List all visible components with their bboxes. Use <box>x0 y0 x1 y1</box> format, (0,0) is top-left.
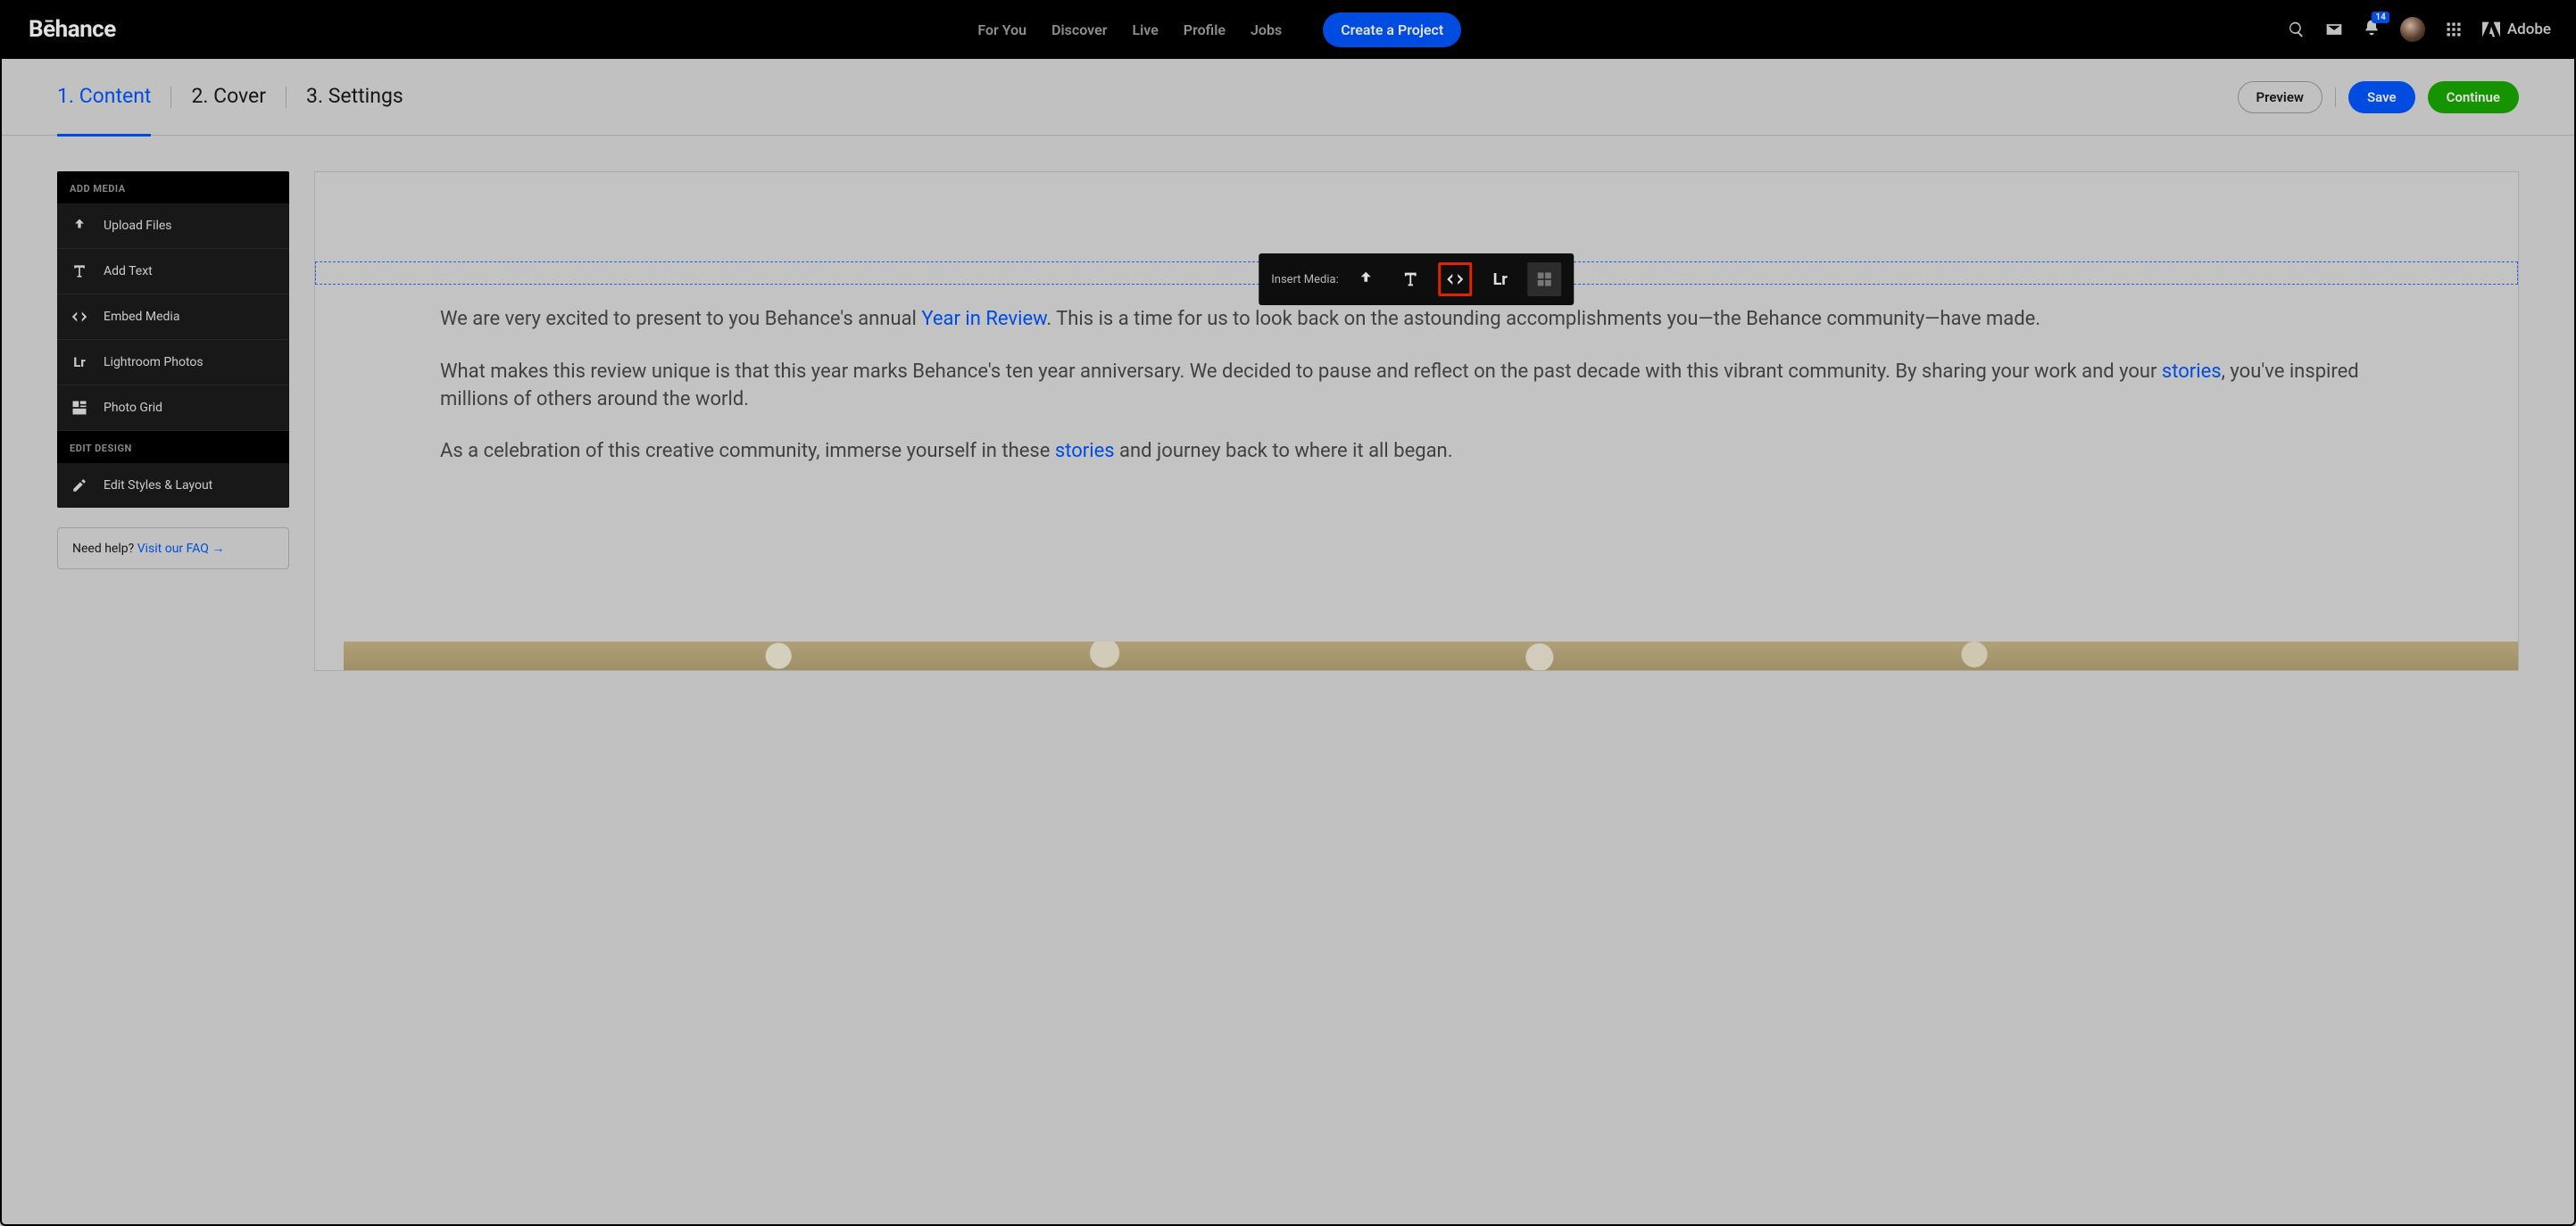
insert-media-label: Insert Media: <box>1271 273 1338 286</box>
article-paragraph: What makes this review unique is that th… <box>440 359 2384 414</box>
notification-count-badge: 14 <box>2372 12 2389 23</box>
insert-embed-button[interactable] <box>1439 262 1473 296</box>
article-paragraph: As a celebration of this creative commun… <box>440 438 2384 466</box>
steps-list: 1. Content 2. Cover 3. Settings <box>57 84 403 110</box>
sidebar-item-label: Add Text <box>104 264 153 278</box>
upload-icon <box>70 216 89 236</box>
canvas-wrap: Insert Media: Lr We are very excited to … <box>314 171 2519 1226</box>
sidebar-item-embed[interactable]: Embed Media <box>57 294 289 340</box>
insert-photogrid-button[interactable] <box>1528 262 1562 296</box>
nav-links: For You Discover Live Profile Jobs Creat… <box>977 12 1461 47</box>
sidebar-item-label: Lightroom Photos <box>104 355 204 369</box>
editor-main: ADD MEDIA Upload Files Add Text Embed Me… <box>0 136 2576 1226</box>
sidebar-panel: ADD MEDIA Upload Files Add Text Embed Me… <box>57 171 289 508</box>
text-icon <box>70 261 89 281</box>
article-paragraph: We are very excited to present to you Be… <box>440 306 2384 334</box>
embed-icon <box>70 307 89 327</box>
avatar[interactable] <box>2400 17 2425 42</box>
help-prefix: Need help? <box>72 542 137 556</box>
sidebar-item-label: Upload Files <box>104 219 172 233</box>
link-stories-1[interactable]: stories <box>2162 360 2222 383</box>
sidebar-item-label: Edit Styles & Layout <box>104 478 212 493</box>
sidebar-item-label: Photo Grid <box>104 401 162 415</box>
preview-button[interactable]: Preview <box>2238 81 2323 113</box>
step-settings[interactable]: 3. Settings <box>306 84 403 110</box>
insert-upload-button[interactable] <box>1350 262 1384 296</box>
lightroom-icon: Lr <box>70 352 89 372</box>
continue-button[interactable]: Continue <box>2428 81 2519 113</box>
link-year-in-review[interactable]: Year in Review <box>921 308 1046 330</box>
adobe-label: Adobe <box>2507 21 2551 38</box>
article-text: What makes this review unique is that th… <box>440 360 2162 383</box>
article-text: and journey back to where it all began. <box>1115 440 1453 462</box>
nav-for-you[interactable]: For You <box>977 21 1026 38</box>
article-text: We are very excited to present to you Be… <box>440 308 921 330</box>
project-canvas[interactable]: Insert Media: Lr We are very excited to … <box>314 171 2519 671</box>
decorative-image-strip <box>344 642 2518 670</box>
article-text: As a celebration of this creative commun… <box>440 440 1055 462</box>
nav-live[interactable]: Live <box>1132 21 1158 38</box>
insert-lightroom-button[interactable]: Lr <box>1483 262 1517 296</box>
pencil-icon <box>70 476 89 495</box>
nav-jobs[interactable]: Jobs <box>1251 21 1282 38</box>
step-separator <box>286 87 287 108</box>
nav-discover[interactable]: Discover <box>1051 21 1107 38</box>
nav-icons: 14 Adobe <box>2288 17 2551 42</box>
help-box: Need help? Visit our FAQ → <box>57 527 289 569</box>
search-icon[interactable] <box>2288 21 2306 38</box>
editor-steps-header: 1. Content 2. Cover 3. Settings Preview … <box>0 59 2576 136</box>
sidebar-item-photogrid[interactable]: Photo Grid <box>57 385 289 431</box>
editor-actions: Preview Save Continue <box>2238 81 2519 113</box>
sidebar-header-edit-design: EDIT DESIGN <box>57 431 289 463</box>
help-faq-link[interactable]: Visit our FAQ → <box>137 542 225 556</box>
link-stories-2[interactable]: stories <box>1055 440 1115 462</box>
action-separator <box>2335 87 2336 107</box>
sidebar-item-label: Embed Media <box>104 310 179 324</box>
sidebar-header-add-media: ADD MEDIA <box>57 171 289 203</box>
article-text: . This is a time for us to look back on … <box>1046 308 2040 330</box>
photo-grid-icon <box>70 398 89 418</box>
sidebar-item-text[interactable]: Add Text <box>57 249 289 294</box>
sidebar-item-edit-styles[interactable]: Edit Styles & Layout <box>57 463 289 508</box>
behance-logo[interactable]: Bēhance <box>29 16 116 43</box>
sidebar-item-upload[interactable]: Upload Files <box>57 203 289 249</box>
step-cover[interactable]: 2. Cover <box>191 84 266 110</box>
apps-grid-icon[interactable] <box>2445 21 2463 38</box>
adobe-logo-icon <box>2482 21 2500 37</box>
step-separator <box>170 87 171 108</box>
insert-text-button[interactable] <box>1394 262 1428 296</box>
mail-icon[interactable] <box>2325 21 2343 38</box>
step-content[interactable]: 1. Content <box>57 84 151 110</box>
nav-profile[interactable]: Profile <box>1184 21 1226 38</box>
top-nav: Bēhance For You Discover Live Profile Jo… <box>0 0 2576 59</box>
adobe-link[interactable]: Adobe <box>2482 21 2551 38</box>
article-body[interactable]: We are very excited to present to you Be… <box>440 306 2384 491</box>
sidebar-item-lightroom[interactable]: Lr Lightroom Photos <box>57 340 289 385</box>
create-project-button[interactable]: Create a Project <box>1323 12 1461 47</box>
insert-media-bar: Insert Media: Lr <box>1259 253 1574 305</box>
save-button[interactable]: Save <box>2348 81 2415 113</box>
editor-sidebar: ADD MEDIA Upload Files Add Text Embed Me… <box>57 171 289 1226</box>
notifications-button[interactable]: 14 <box>2363 19 2381 40</box>
